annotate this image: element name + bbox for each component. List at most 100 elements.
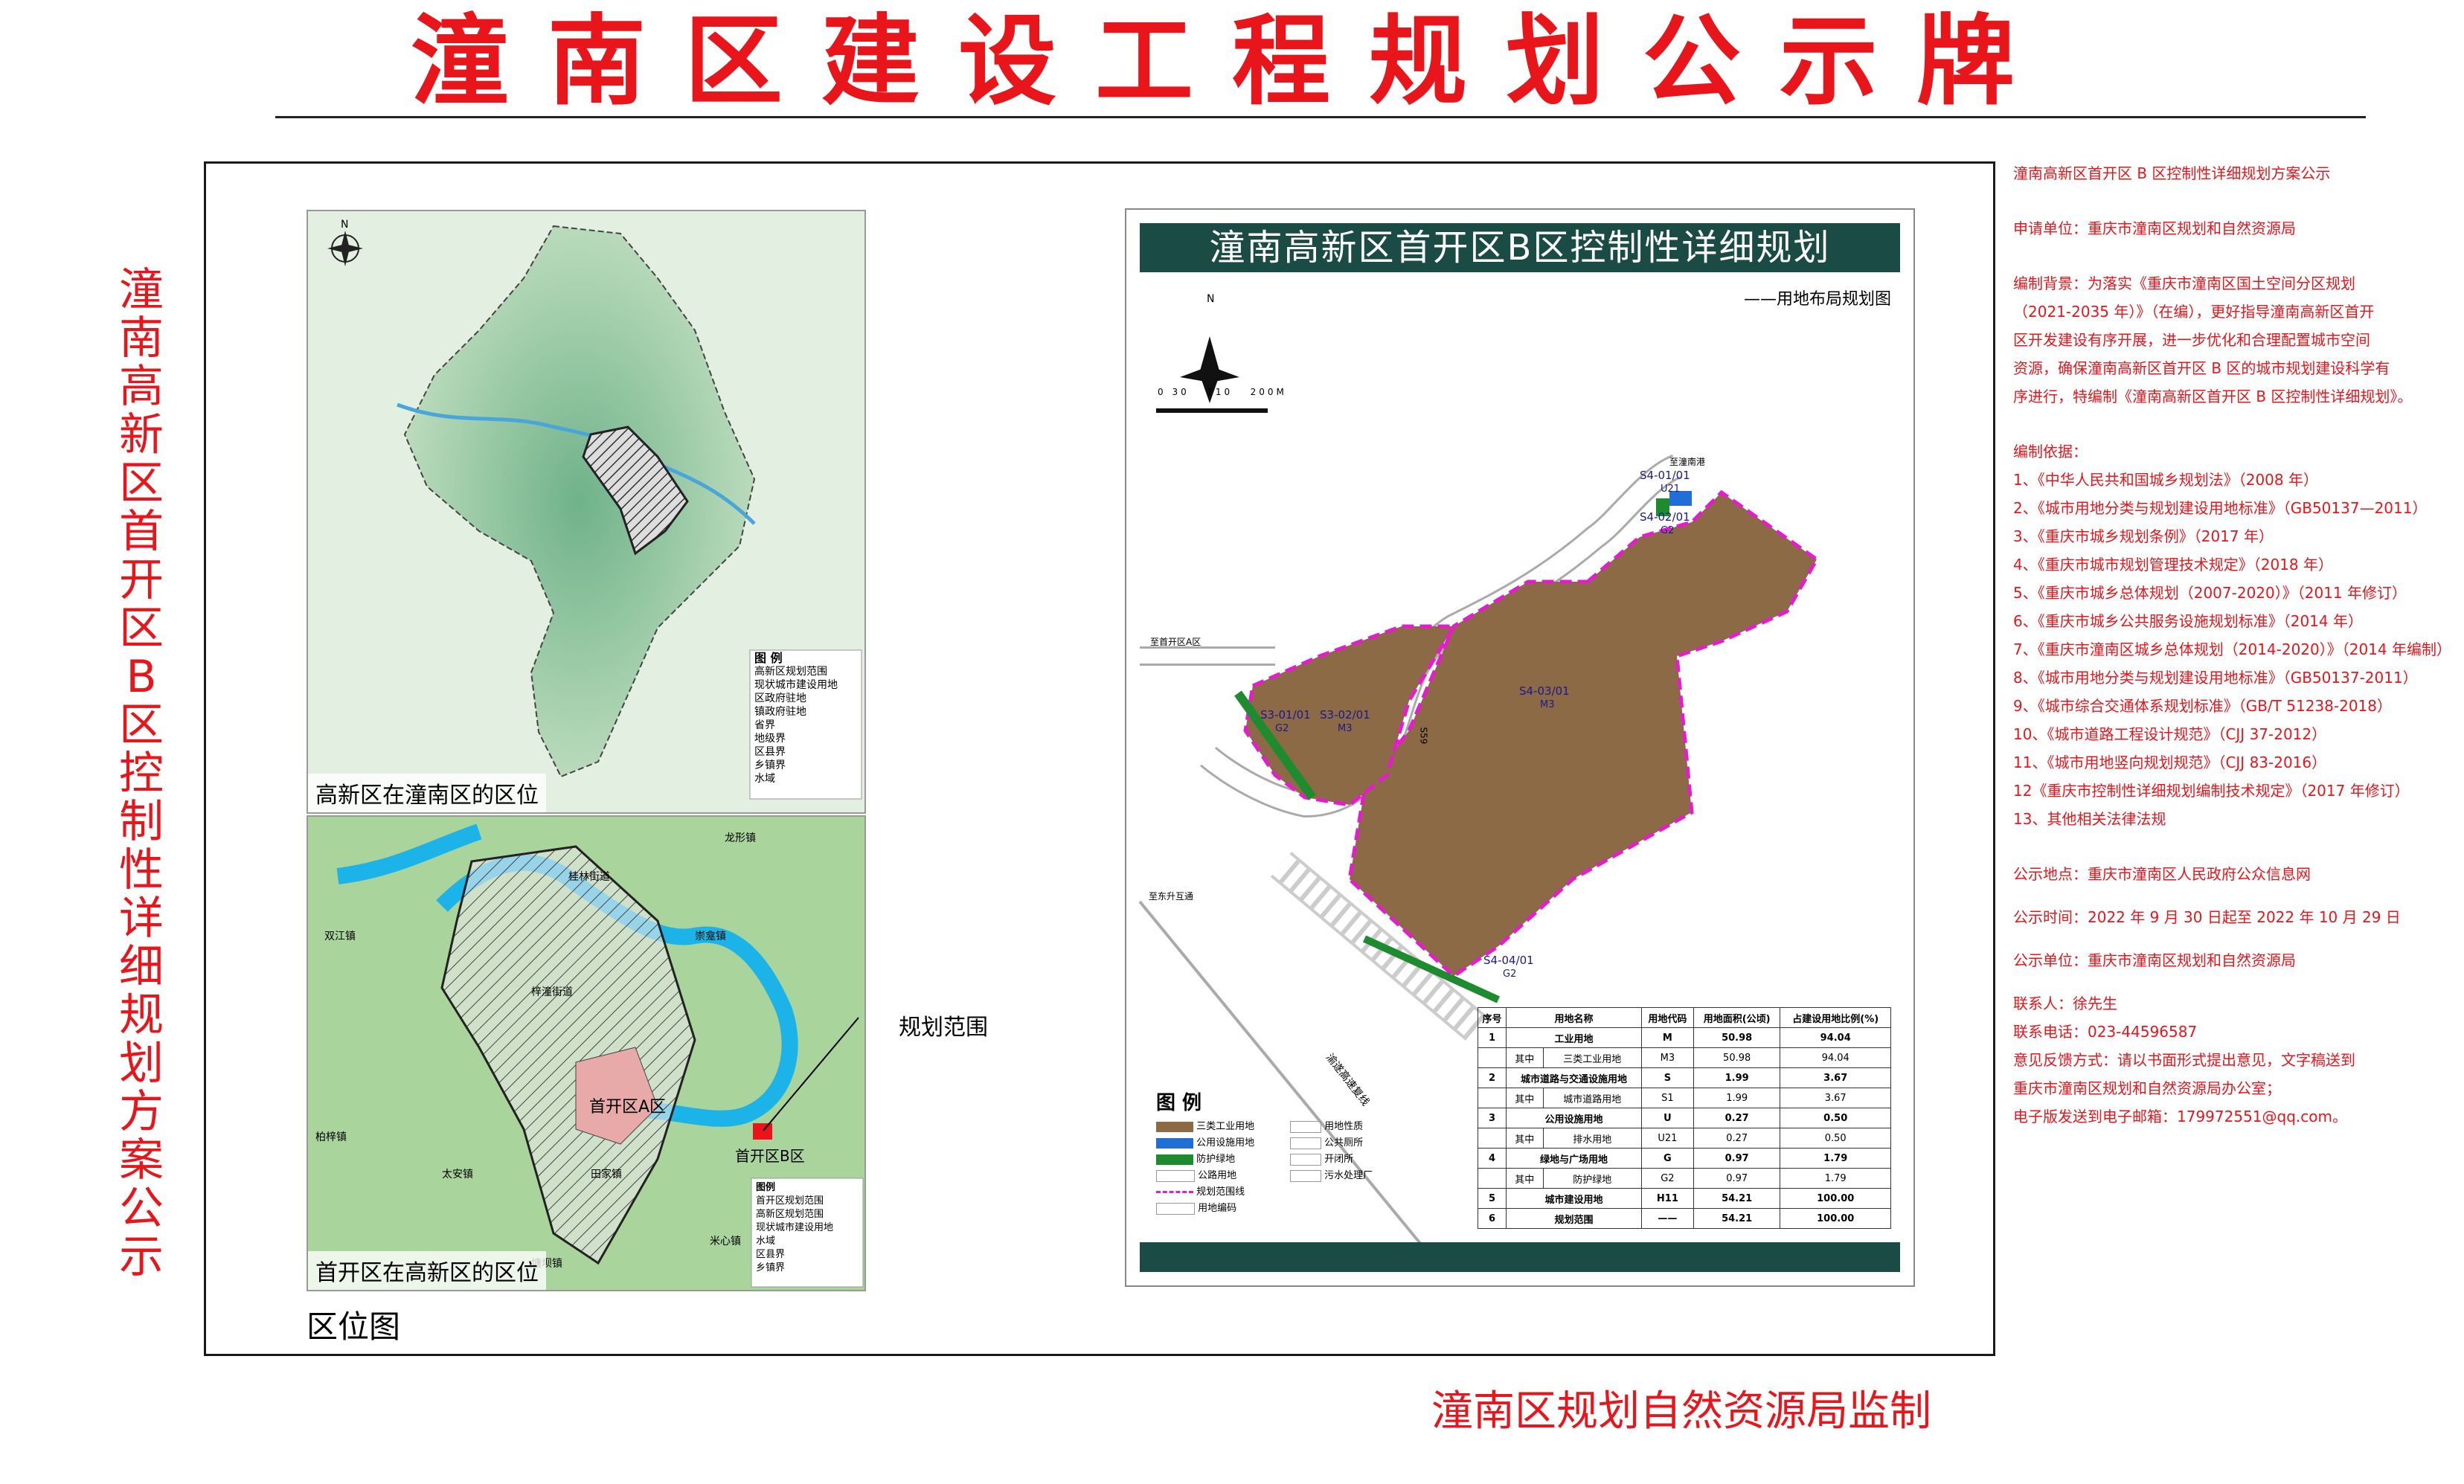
table-row: 其中 城市道路用地 S1 1.99 3.67 <box>1477 1088 1891 1108</box>
basis-item: 3、《重庆市城乡规划条例》（2017 年） <box>2013 527 2274 545</box>
table-row: 3 公用设施用地 U 0.27 0.50 <box>1477 1108 1891 1128</box>
publish-time: 公示时间：2022 年 9 月 30 日起至 2022 年 10 月 29 日 <box>2013 908 2401 926</box>
table-cell: 城市道路用地 <box>1542 1088 1642 1108</box>
page-title: 潼南区建设工程规划公示牌 <box>411 4 2053 119</box>
publisher: 公示单位：重庆市潼南区规划和自然资源局 <box>2013 951 2296 969</box>
basis-item: 12《重庆市控制性详细规划编制技术规定》（2017 年修订） <box>2013 782 2410 800</box>
basis-title: 编制依据： <box>2013 443 2088 460</box>
table-cell: 100.00 <box>1780 1188 1891 1209</box>
basis-item: 8、《城市用地分类与规划建设用地标准》（GB50137-2011） <box>2013 669 2418 687</box>
table-cell: 城市建设用地 <box>1506 1188 1642 1209</box>
parcel-use: M3 <box>1540 699 1555 710</box>
table-cell: 规划范围 <box>1506 1208 1642 1229</box>
legend-item: 防护绿地 <box>1196 1154 1236 1165</box>
legend-item: 地级界 <box>754 733 786 745</box>
table-cell: 94.04 <box>1780 1047 1891 1068</box>
table-cell: 4 <box>1477 1148 1507 1169</box>
swatch-industrial <box>1156 1121 1193 1132</box>
table-cell: 公用设施用地 <box>1506 1108 1642 1128</box>
publish-location: 公示地点：重庆市潼南区人民政府公众信息网 <box>2013 865 2311 883</box>
switch-station-icon <box>1290 1153 1321 1166</box>
table-header: 用地代码 <box>1640 1007 1694 1028</box>
parcel-code: S4-02/01 <box>1640 510 1690 524</box>
parcel-code: S3-02/01 <box>1320 708 1370 722</box>
table-cell: G <box>1640 1148 1694 1169</box>
table-cell: 0.97 <box>1693 1148 1781 1169</box>
legend-item: 公用设施用地 <box>1196 1137 1255 1149</box>
table-cell: 城市道路与交通设施用地 <box>1506 1067 1642 1088</box>
map2-caption: 首开区在高新区的区位 <box>308 1251 546 1290</box>
place-label: 双江镇 <box>324 931 356 942</box>
table-header: 占建设用地比例(%) <box>1780 1007 1891 1028</box>
table-cell: 绿地与广场用地 <box>1506 1148 1642 1169</box>
contact-person: 联系人：徐先生 <box>2013 995 2117 1012</box>
table-cell: U <box>1640 1108 1694 1128</box>
table-header: 用地名称 <box>1506 1007 1642 1028</box>
road-label: 至东升互通 <box>1149 891 1194 902</box>
legend-item: 三类工业用地 <box>1196 1121 1255 1132</box>
legend-item: 首开区规划范围 <box>756 1195 824 1207</box>
scale-labels: 0 30 110 200M <box>1158 387 1287 397</box>
parcel-code: S4-01/01 <box>1640 469 1690 482</box>
place-label: 桂林街道 <box>568 871 610 883</box>
place-label: 龙形镇 <box>725 832 756 844</box>
planning-scope-callout: 规划范围 <box>899 1015 988 1041</box>
basis-item: 6、《重庆市城乡公共服务设施规划标准》（2014 年） <box>2013 612 2363 630</box>
parcel-use: M3 <box>1338 723 1353 734</box>
background-line: 区开发建设有序开展，进一步优化和合理配置城市空间 <box>2013 331 2370 349</box>
table-cell: 工业用地 <box>1506 1027 1642 1048</box>
legend-item: 区政府驻地 <box>754 693 806 704</box>
table-cell: 50.98 <box>1693 1047 1781 1068</box>
table-cell: 0.27 <box>1693 1128 1781 1149</box>
legend-item: 区县界 <box>756 1249 786 1260</box>
swatch-road <box>1156 1169 1195 1182</box>
table-cell: 其中 <box>1506 1168 1544 1189</box>
place-label: 崇龛镇 <box>695 931 726 942</box>
basis-item: 1、《中华人民共和国城乡规划法》（2008 年） <box>2013 471 2318 489</box>
footer-issuer: 潼南区规划自然资源局监制 <box>1431 1387 1931 1436</box>
table-cell: M <box>1640 1027 1694 1048</box>
table-cell: 0.27 <box>1693 1108 1781 1128</box>
swatch-boundary <box>1156 1191 1193 1193</box>
table-cell: 3.67 <box>1780 1067 1891 1088</box>
land-use-table: 序号 用地名称 用地代码 用地面积(公顷) 占建设用地比例(%) 1 工业用地 M 5… <box>1477 1007 1891 1229</box>
scale-label: 110 <box>1207 387 1233 397</box>
table-cell: 防护绿地 <box>1542 1168 1642 1189</box>
parcel-code: S4-03/01 <box>1519 684 1570 698</box>
table-cell: 3.67 <box>1780 1088 1891 1108</box>
map1-legend: 图 例 高新区规划范围 现状城市建设用地 区政府驻地 镇政府驻地 省界 地级界 … <box>754 652 838 786</box>
background-line: （2021-2035 年）》（在编），更好指导潼南高新区首开 <box>2013 303 2375 321</box>
plan-legend-left: 三类工业用地 公用设施用地 防护绿地 公路用地 规划范围线 用地编码 <box>1156 1119 1254 1217</box>
table-cell: 其中 <box>1506 1128 1544 1149</box>
basis-item: 4、《重庆市城市规划管理技术规定》（2018 年） <box>2013 556 2333 574</box>
contact-phone: 联系电话：023-44596587 <box>2013 1023 2198 1041</box>
scale-label: 30 <box>1172 387 1190 397</box>
table-cell: 1 <box>1477 1027 1507 1048</box>
legend-item: 水域 <box>756 1236 776 1247</box>
map2-legend-title: 图例 <box>756 1182 776 1193</box>
table-cell: 54.21 <box>1693 1208 1781 1229</box>
land-use-plan-panel: 潼南高新区首开区B区控制性详细规划 ——用地布局规划图 N 0 30 110 2… <box>1125 208 1915 1287</box>
swatch-use <box>1290 1120 1321 1133</box>
table-cell: 排水用地 <box>1542 1128 1642 1149</box>
legend-item: 水域 <box>754 773 775 785</box>
background-line: 资源，确保潼南高新区首开区 B 区的城市规划建设科学有 <box>2013 359 2390 377</box>
table-cell: U21 <box>1640 1128 1694 1149</box>
sewage-plant-icon <box>1290 1169 1321 1182</box>
swatch-green <box>1156 1154 1193 1165</box>
basis-item: 7、《重庆市潼南区城乡总体规划（2014-2020）》（2014 年编制） <box>2013 640 2451 658</box>
road-label: 至首开区A区 <box>1150 637 1201 647</box>
feedback-line: 意见反馈方式：请以书面形式提出意见，文字稿送到 <box>2013 1051 2355 1069</box>
applicant: 申请单位：重庆市潼南区规划和自然资源局 <box>2013 219 2296 237</box>
road-label: 至潼南港 <box>1669 457 1706 467</box>
map2-legend: 图例 首开区规划范围 高新区规划范围 现状城市建设用地 水域 区县界 乡镇界 <box>756 1181 833 1275</box>
plan-legend-title: 图 例 <box>1156 1092 1202 1114</box>
table-cell: 三类工业用地 <box>1542 1047 1642 1068</box>
table-cell: M3 <box>1640 1047 1694 1068</box>
background-line: 编制背景：为落实《重庆市潼南区国土空间分区规划 <box>2013 274 2355 292</box>
north-label: N <box>341 219 348 231</box>
table-cell: 其中 <box>1506 1088 1544 1108</box>
table-cell: —— <box>1640 1208 1694 1229</box>
legend-item: 规划范围线 <box>1196 1186 1245 1198</box>
parcel-code: S3-01/01 <box>1260 708 1311 722</box>
